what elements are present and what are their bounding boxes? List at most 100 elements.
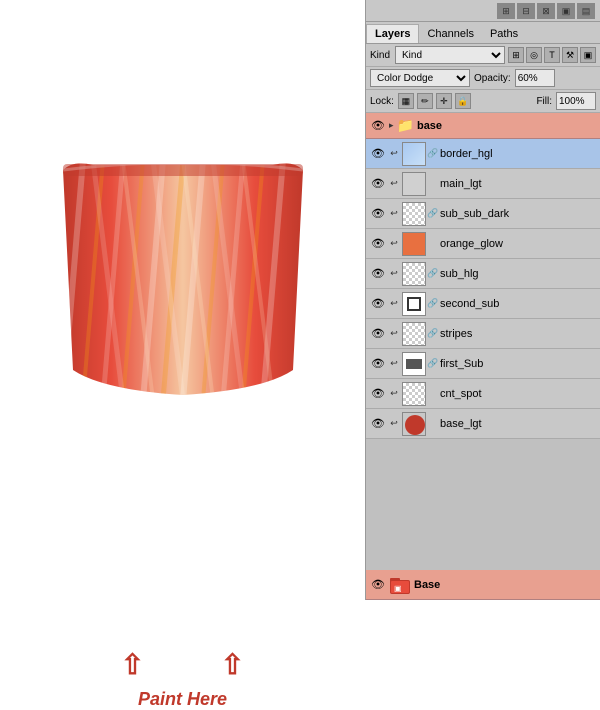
toolbar-icon-3[interactable]: ⊠ xyxy=(537,3,555,19)
layer-row-stripes[interactable]: 👁 ↩ 🔗 stripes xyxy=(366,319,600,349)
layer-row-orange-glow[interactable]: 👁 ↩ orange_glow xyxy=(366,229,600,259)
layers-list: 👁 ↩ 🔗 border_hgl 👁 ↩ main_lgt 👁 ↩ xyxy=(366,139,600,570)
chain-sub-hlg: 🔗 xyxy=(428,266,438,282)
eye-icon-cnt-spot[interactable]: 👁 xyxy=(370,386,386,402)
layer-name-orange-glow: orange_glow xyxy=(440,238,596,250)
kind-label: Kind xyxy=(370,50,390,61)
chain-cnt-spot xyxy=(428,386,438,402)
layer-name-stripes: stripes xyxy=(440,328,596,340)
fill-label: Fill: xyxy=(536,96,552,107)
tab-paths[interactable]: Paths xyxy=(482,24,526,43)
layer-row-cnt-spot[interactable]: 👁 ↩ cnt_spot xyxy=(366,379,600,409)
group-name: base xyxy=(417,120,596,132)
opacity-label: Opacity: xyxy=(474,73,511,84)
layer-name-first-sub: first_Sub xyxy=(440,358,596,370)
link-icon-base-lgt: ↩ xyxy=(388,416,400,432)
eye-icon-base-lgt[interactable]: 👁 xyxy=(370,416,386,432)
eye-icon-second-sub[interactable]: 👁 xyxy=(370,296,386,312)
top-toolbar: ⊞ ⊟ ⊠ ▣ ▤ xyxy=(366,0,600,22)
filter-icon-2[interactable]: ◎ xyxy=(526,47,542,63)
layer-name-sub-hlg: sub_hlg xyxy=(440,268,596,280)
layers-panel: ⊞ ⊟ ⊠ ▣ ▤ Layers Channels Paths Kind Kin… xyxy=(365,0,600,600)
tab-layers[interactable]: Layers xyxy=(366,24,419,43)
thumb-border-hgl xyxy=(402,142,426,166)
chain-stripes: 🔗 xyxy=(428,326,438,342)
filter-icon-1[interactable]: ⊞ xyxy=(508,47,524,63)
lock-move-icon[interactable]: ✛ xyxy=(436,93,452,109)
layer-name-main-lgt: main_lgt xyxy=(440,178,596,190)
blend-opacity-row: Color Dodge Normal Multiply Screen Overl… xyxy=(366,67,600,90)
lock-transparent-icon[interactable]: ▦ xyxy=(398,93,414,109)
link-icon-second-sub: ↩ xyxy=(388,296,400,312)
eye-icon-stripes[interactable]: 👁 xyxy=(370,326,386,342)
thumb-cnt-spot xyxy=(402,382,426,406)
eye-icon-main-lgt[interactable]: 👁 xyxy=(370,176,386,192)
blend-mode-dropdown[interactable]: Color Dodge Normal Multiply Screen Overl… xyxy=(370,69,470,87)
filter-icon-4[interactable]: ⚒ xyxy=(562,47,578,63)
tabs-row: Layers Channels Paths xyxy=(366,22,600,44)
link-icon-stripes: ↩ xyxy=(388,326,400,342)
lock-paint-icon[interactable]: ✏ xyxy=(417,93,433,109)
link-icon-sub-hlg: ↩ xyxy=(388,266,400,282)
thumb-second-sub xyxy=(402,292,426,316)
chain-orange-glow xyxy=(428,236,438,252)
cupcake-image xyxy=(33,140,333,420)
thumb-sub-sub-dark xyxy=(402,202,426,226)
eye-icon-sub-hlg[interactable]: 👁 xyxy=(370,266,386,282)
tab-channels[interactable]: Channels xyxy=(419,24,481,43)
opacity-input[interactable] xyxy=(515,69,555,87)
toolbar-icon-5[interactable]: ▤ xyxy=(577,3,595,19)
lock-fill-row: Lock: ▦ ✏ ✛ 🔒 Fill: xyxy=(366,90,600,113)
layer-name-border-hgl: border_hgl xyxy=(440,148,596,160)
base-folder-icon: ▣ xyxy=(389,574,411,596)
chain-main-lgt xyxy=(428,176,438,192)
layer-name-second-sub: second_sub xyxy=(440,298,596,310)
toolbar-icon-1[interactable]: ⊞ xyxy=(497,3,515,19)
fill-input[interactable] xyxy=(556,92,596,110)
link-icon-main-lgt: ↩ xyxy=(388,176,400,192)
filter-icon-3[interactable]: T xyxy=(544,47,560,63)
chain-second-sub: 🔗 xyxy=(428,296,438,312)
chain-sub-sub-dark: 🔗 xyxy=(428,206,438,222)
layer-row-border-hgl[interactable]: 👁 ↩ 🔗 border_hgl xyxy=(366,139,600,169)
thumb-main-lgt xyxy=(402,172,426,196)
filter-icon-5[interactable]: ▣ xyxy=(580,47,596,63)
thumb-stripes xyxy=(402,322,426,346)
search-row: Kind Kind ⊞ ◎ T ⚒ ▣ xyxy=(366,44,600,67)
canvas-area: ⇧ ⇧ Paint Here xyxy=(0,0,365,600)
base-group-name: Base xyxy=(414,579,596,591)
eye-icon-first-sub[interactable]: 👁 xyxy=(370,356,386,372)
arrow-left: ⇧ xyxy=(121,648,144,681)
kind-dropdown[interactable]: Kind xyxy=(395,46,505,64)
eye-icon-sub-sub-dark[interactable]: 👁 xyxy=(370,206,386,222)
layer-row-second-sub[interactable]: 👁 ↩ 🔗 second_sub xyxy=(366,289,600,319)
link-icon-border-hgl: ↩ xyxy=(388,146,400,162)
toolbar-icon-2[interactable]: ⊟ xyxy=(517,3,535,19)
thumb-orange-glow xyxy=(402,232,426,256)
toolbar-icon-4[interactable]: ▣ xyxy=(557,3,575,19)
paint-arrows-area: ⇧ ⇧ Paint Here xyxy=(83,648,283,710)
layer-row-main-lgt[interactable]: 👁 ↩ main_lgt xyxy=(366,169,600,199)
group-row-base[interactable]: 👁 ▸ 📁 base xyxy=(366,113,600,139)
layer-row-sub-sub-dark[interactable]: 👁 ↩ 🔗 sub_sub_dark xyxy=(366,199,600,229)
group-arrow-icon[interactable]: ▸ xyxy=(389,120,394,131)
arrow-right: ⇧ xyxy=(221,648,244,681)
base-group-eye-icon[interactable]: 👁 xyxy=(370,577,386,593)
link-icon-cnt-spot: ↩ xyxy=(388,386,400,402)
svg-text:▣: ▣ xyxy=(394,584,402,593)
eye-icon-orange-glow[interactable]: 👁 xyxy=(370,236,386,252)
layer-row-sub-hlg[interactable]: 👁 ↩ 🔗 sub_hlg xyxy=(366,259,600,289)
layer-name-base-lgt: base_lgt xyxy=(440,418,596,430)
thumb-base-lgt xyxy=(402,412,426,436)
chain-first-sub: 🔗 xyxy=(428,356,438,372)
layer-row-base-lgt[interactable]: 👁 ↩ base_lgt xyxy=(366,409,600,439)
eye-icon-border-hgl[interactable]: 👁 xyxy=(370,146,386,162)
lock-all-icon[interactable]: 🔒 xyxy=(455,93,471,109)
link-icon-first-sub: ↩ xyxy=(388,356,400,372)
chain-border-hgl: 🔗 xyxy=(428,146,438,162)
layer-row-first-sub[interactable]: 👁 ↩ 🔗 first_Sub xyxy=(366,349,600,379)
base-group-row[interactable]: 👁 ▣ Base xyxy=(366,570,600,600)
group-eye-icon[interactable]: 👁 xyxy=(370,118,386,134)
lock-label: Lock: xyxy=(370,96,394,107)
paint-here-label: Paint Here xyxy=(83,689,283,710)
